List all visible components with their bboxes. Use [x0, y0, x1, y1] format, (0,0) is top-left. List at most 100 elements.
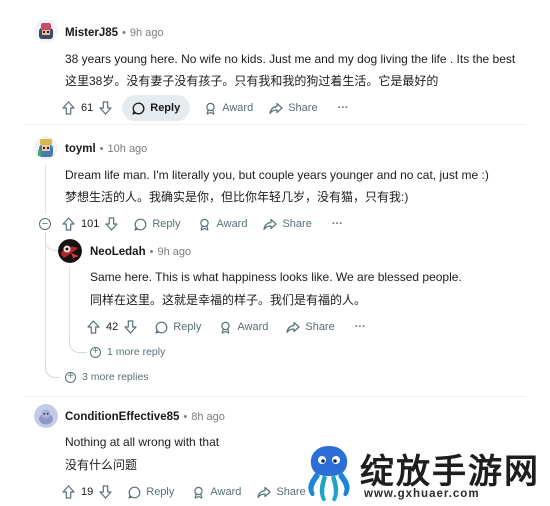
- avatar[interactable]: [34, 19, 58, 43]
- reply-button[interactable]: Reply: [122, 95, 191, 121]
- watermark: 绽放手游网 www.gxhuaer.com: [300, 440, 550, 506]
- reply-label: Reply: [146, 486, 175, 498]
- award-icon: [194, 486, 204, 499]
- comment-actions: 42 Reply Award Share ···: [87, 315, 366, 339]
- watermark-url: www.gxhuaer.com: [364, 488, 480, 500]
- thread-line: [69, 266, 70, 346]
- reply-icon: [134, 218, 147, 231]
- award-label: Award: [216, 218, 248, 230]
- avatar[interactable]: [34, 404, 58, 428]
- more-replies-link[interactable]: + 3 more replies: [65, 371, 149, 383]
- comment-text: Nothing at all wrong with that: [65, 435, 220, 449]
- reply-icon: [132, 102, 145, 115]
- share-icon: [286, 321, 300, 333]
- award-button[interactable]: Award: [219, 315, 268, 339]
- share-icon: [263, 218, 278, 230]
- comment-translation: 同样在这里。这就是幸福的样子。我们是有福的人。: [90, 293, 367, 307]
- reply-label: Reply: [173, 321, 202, 333]
- downvote-icon[interactable]: [105, 217, 118, 231]
- share-label: Share: [282, 218, 312, 230]
- more-replies-label: 3 more replies: [82, 371, 149, 383]
- award-button[interactable]: Award: [198, 212, 247, 236]
- share-label: Share: [305, 321, 335, 333]
- share-button[interactable]: Share: [263, 212, 312, 236]
- username[interactable]: ConditionEffective85: [65, 411, 179, 423]
- reply-label: Reply: [152, 218, 181, 230]
- username[interactable]: MisterJ85: [65, 27, 118, 39]
- reply-button[interactable]: Reply: [128, 480, 174, 504]
- reply-button[interactable]: Reply: [134, 212, 180, 236]
- expand-icon: +: [90, 346, 101, 358]
- more-reply-link[interactable]: + 1 more reply: [90, 346, 165, 358]
- more-reply-label: 1 more reply: [107, 346, 166, 358]
- divider: [24, 124, 526, 125]
- user-avatar-icon: [58, 239, 82, 263]
- upvote-icon[interactable]: [62, 485, 75, 499]
- share-icon: [269, 102, 283, 114]
- timestamp: • 9h ago: [122, 27, 164, 39]
- more-options-button[interactable]: ···: [355, 315, 366, 339]
- username[interactable]: toyml: [65, 143, 96, 155]
- vote-group: 19: [62, 480, 112, 504]
- comment-header: toyml • 10h ago: [65, 143, 147, 155]
- upvote-icon[interactable]: [62, 101, 75, 115]
- reply-icon: [155, 321, 168, 334]
- share-button[interactable]: Share: [269, 96, 318, 120]
- thread-connector: [45, 232, 59, 251]
- vote-count: 42: [106, 321, 119, 333]
- comment-actions: 19 Reply Award Share: [62, 480, 306, 504]
- thread-line: [45, 232, 46, 370]
- comment-text: Dream life man. I'm literally you, but c…: [65, 168, 489, 182]
- award-label: Award: [237, 321, 269, 333]
- user-avatar-icon: [34, 136, 58, 160]
- divider: [24, 396, 526, 397]
- share-button[interactable]: Share: [257, 480, 306, 504]
- thread-line: [45, 164, 46, 214]
- comment-text: 38 years young here. No wife no kids. Ju…: [65, 52, 516, 66]
- vote-group: 42: [87, 315, 137, 339]
- downvote-icon[interactable]: [99, 101, 112, 115]
- downvote-icon[interactable]: [124, 320, 137, 334]
- vote-group: 61: [62, 96, 112, 120]
- thread-connector: [69, 336, 87, 353]
- comment-header: NeoLedah • 9h ago: [90, 246, 191, 258]
- more-options-icon: ···: [354, 321, 366, 333]
- watermark-title: 绽放手游网: [360, 453, 540, 491]
- comment-translation: 没有什么问题: [65, 458, 138, 472]
- avatar[interactable]: [34, 136, 58, 160]
- comment-header: MisterJ85 • 9h ago: [65, 27, 164, 39]
- reply-icon: [128, 486, 141, 499]
- award-button[interactable]: Award: [204, 96, 253, 120]
- more-options-button[interactable]: ···: [338, 96, 349, 120]
- thread-connector: [45, 360, 60, 378]
- award-icon: [200, 218, 210, 231]
- more-options-icon: ···: [331, 218, 343, 230]
- comment-actions: 61 Reply Award Share ···: [62, 95, 349, 121]
- timestamp: • 10h ago: [99, 143, 148, 155]
- comment-translation: 梦想生活的人。我确实是你，但比你年轻几岁，没有猫，只有我:): [65, 190, 409, 204]
- expand-icon: +: [65, 371, 76, 383]
- collapse-icon: −: [41, 217, 49, 230]
- user-avatar-icon: [34, 19, 58, 43]
- vote-group: 101: [62, 212, 118, 236]
- downvote-icon[interactable]: [99, 485, 112, 499]
- comment-translation: 这里38岁。没有妻子没有孩子。只有我和我的狗过着生活。它是最好的: [65, 74, 439, 88]
- award-label: Award: [222, 102, 254, 114]
- vote-count: 19: [81, 486, 94, 498]
- octopus-logo-icon: [308, 446, 350, 502]
- award-label: Award: [210, 486, 242, 498]
- collapse-thread-button[interactable]: −: [39, 218, 51, 230]
- reply-label: Reply: [150, 102, 181, 114]
- upvote-icon[interactable]: [62, 217, 75, 231]
- more-options-button[interactable]: ···: [332, 212, 343, 236]
- share-button[interactable]: Share: [286, 315, 335, 339]
- reply-button[interactable]: Reply: [155, 315, 201, 339]
- award-button[interactable]: Award: [192, 480, 241, 504]
- timestamp: • 9h ago: [149, 246, 192, 258]
- award-icon: [221, 321, 231, 334]
- username[interactable]: NeoLedah: [90, 246, 146, 258]
- timestamp: • 8h ago: [183, 411, 225, 423]
- upvote-icon[interactable]: [87, 320, 100, 334]
- award-icon: [206, 102, 215, 115]
- avatar[interactable]: [58, 239, 82, 263]
